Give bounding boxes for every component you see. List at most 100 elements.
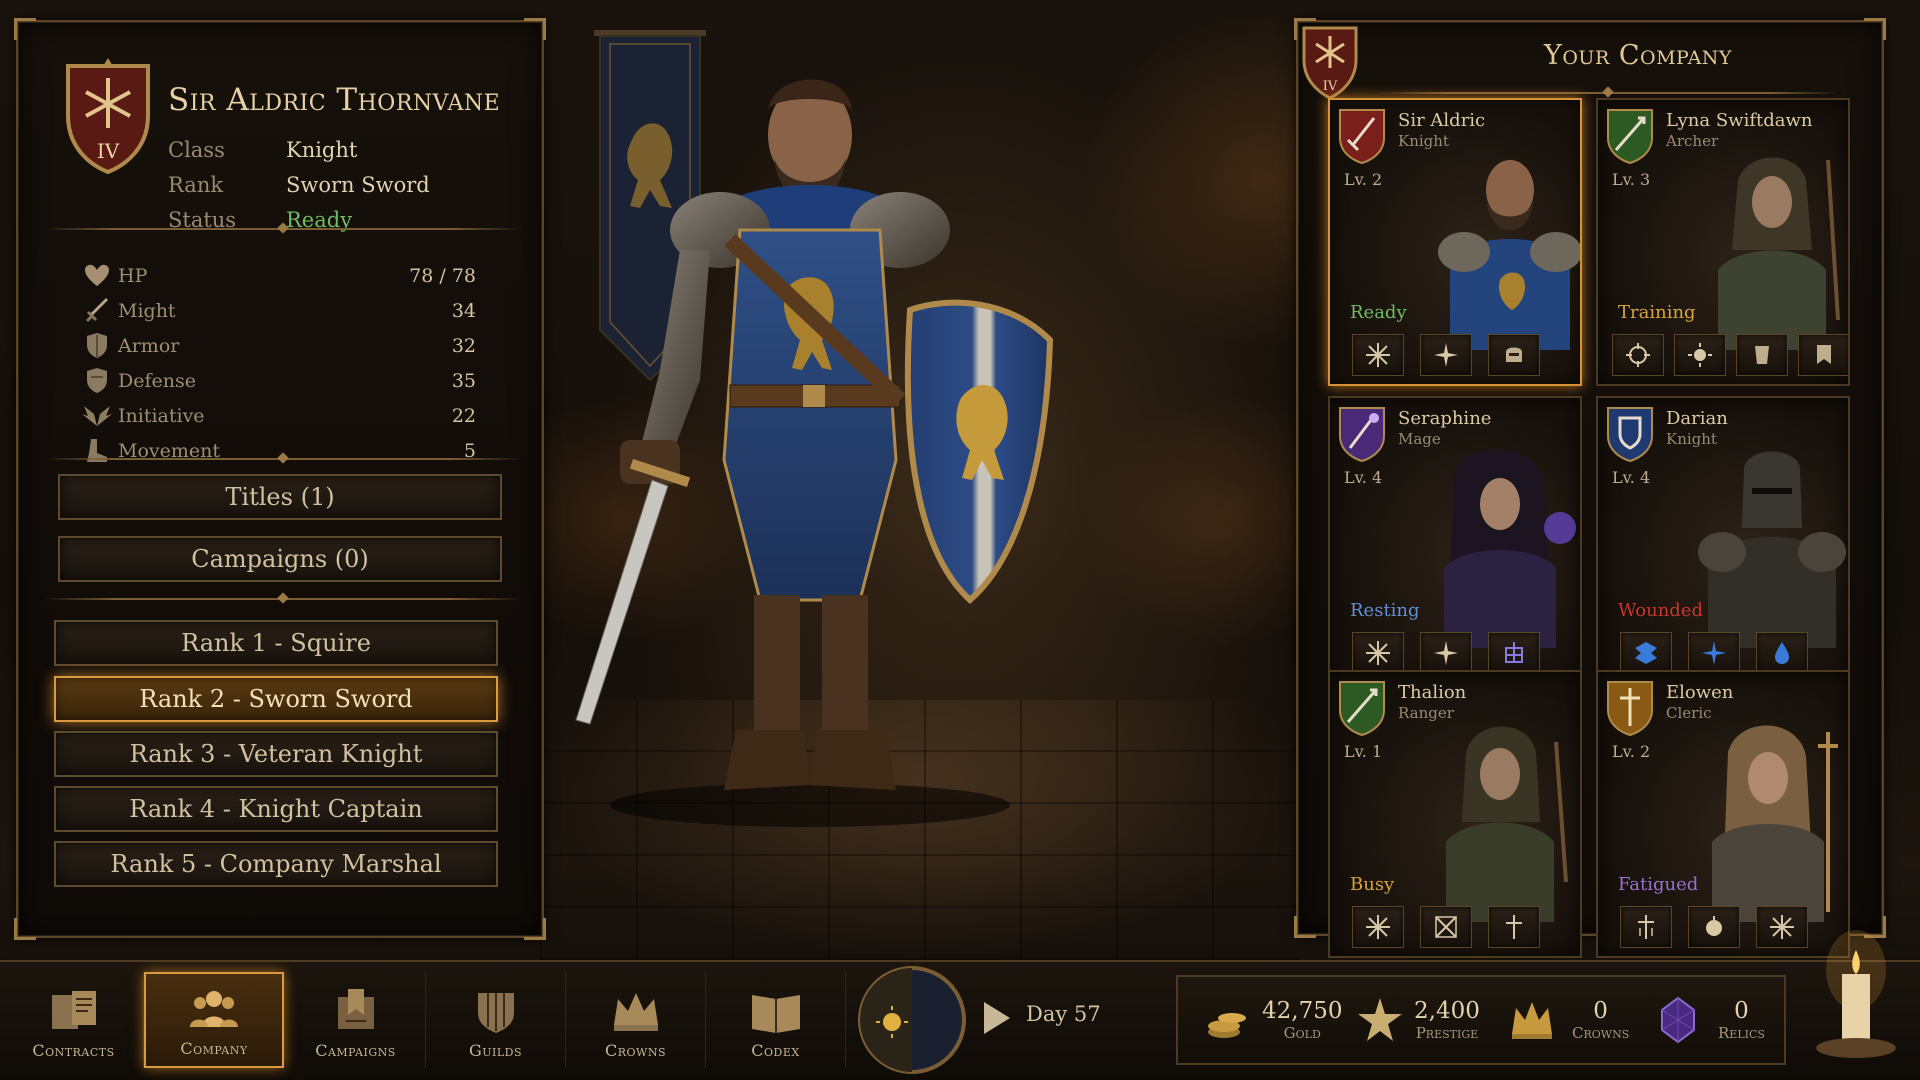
member-status: Ready (1350, 302, 1407, 323)
stat-value: 34 (451, 299, 476, 322)
resource-prestige: 2,400 Prestige (1354, 977, 1480, 1063)
member-skills (1352, 632, 1540, 674)
nav-label: Guilds (468, 1041, 523, 1060)
holy-emblem-icon (1607, 681, 1653, 736)
member-skills (1620, 906, 1808, 948)
hero-info: Class Knight Rank Sworn Sword Status Rea… (168, 132, 508, 237)
member-level: Lv. 1 (1344, 742, 1383, 761)
prestige-label: Prestige (1415, 1024, 1479, 1042)
rank-5-button[interactable]: Rank 5 - Company Marshal (54, 841, 498, 887)
arrow-emblem-icon (1339, 681, 1385, 736)
stat-value: 78 / 78 (409, 264, 476, 287)
company-card-seraphine[interactable]: Seraphine Mage Lv. 4 Resting (1328, 396, 1582, 684)
sun-skill-icon[interactable] (1674, 334, 1726, 376)
stat-label: Armor (118, 334, 180, 357)
guard-skill-icon[interactable] (1620, 632, 1672, 674)
rank-2-button[interactable]: Rank 2 - Sworn Sword (54, 676, 498, 722)
crown-icon (1512, 1002, 1552, 1039)
nav-label: Codex (751, 1041, 800, 1060)
holy-sword-skill-icon[interactable] (1620, 906, 1672, 948)
stat-value: 35 (451, 369, 476, 392)
info-label: Class (168, 137, 225, 162)
campaigns-button[interactable]: Campaigns (0) (58, 536, 502, 582)
nav-guilds[interactable]: Guilds (426, 972, 566, 1068)
rank-1-button[interactable]: Rank 1 - Squire (54, 620, 498, 666)
company-card-sir-aldric[interactable]: Sir Aldric Knight Lv. 2 Ready (1328, 98, 1582, 386)
member-name: Darian (1666, 408, 1728, 429)
nav-company[interactable]: Company (144, 972, 284, 1068)
member-status: Fatigued (1618, 874, 1699, 895)
stat-hp: HP 78 / 78 (76, 258, 476, 293)
stat-label: Might (118, 299, 176, 322)
nav-codex[interactable]: Codex (706, 972, 846, 1068)
burst-skill-icon[interactable] (1352, 334, 1404, 376)
stat-label: HP (118, 264, 148, 287)
member-level: Lv. 3 (1612, 170, 1651, 189)
dagger-skill-icon[interactable] (1488, 906, 1540, 948)
member-status: Busy (1350, 874, 1395, 895)
heal-orb-skill-icon[interactable] (1688, 906, 1740, 948)
resource-gold: 42,750 Gold (1202, 977, 1342, 1063)
rune-skill-icon[interactable] (1488, 632, 1540, 674)
banner-skill-icon[interactable] (1798, 334, 1848, 376)
company-card-thalion[interactable]: Thalion Ranger Lv. 1 Busy (1328, 670, 1582, 958)
candle-decoration (1816, 930, 1896, 1058)
day-night-cycle-icon (858, 966, 966, 1074)
stat-movement: Movement 5 (76, 433, 476, 468)
boot-icon (76, 436, 118, 466)
wings-icon (76, 401, 118, 431)
member-name: Thalion (1398, 682, 1467, 703)
nav-campaigns[interactable]: Campaigns (286, 972, 426, 1068)
rank-3-button[interactable]: Rank 3 - Veteran Knight (54, 731, 498, 777)
radiance-skill-icon[interactable] (1756, 906, 1808, 948)
advance-day-button[interactable] (980, 998, 1014, 1038)
rank-4-button[interactable]: Rank 4 - Knight Captain (54, 786, 498, 832)
sword-icon (76, 296, 118, 326)
hero-crest-numeral: IV (97, 139, 120, 163)
ranger-portrait (1446, 726, 1568, 922)
hero-knight-figure (575, 79, 1054, 827)
day-counter: Day 57 (1026, 1002, 1101, 1026)
member-status: Resting (1350, 600, 1420, 621)
company-title: Your Company (1544, 40, 1732, 71)
mage-portrait (1444, 449, 1576, 648)
info-row-class: Class Knight (168, 132, 508, 167)
cleric-portrait (1712, 725, 1838, 922)
archer-portrait (1718, 157, 1840, 350)
info-value: Knight (286, 137, 358, 162)
resource-relics: 0 Relics (1652, 977, 1765, 1063)
drop-skill-icon[interactable] (1756, 632, 1808, 674)
helm-skill-icon[interactable] (1488, 334, 1540, 376)
campaigns-icon (337, 989, 374, 1029)
hero-details-panel: IV Sir Aldric Thornvane Class Knight Ran… (14, 18, 546, 940)
crossed-arrows-skill-icon[interactable] (1420, 906, 1472, 948)
nav-label: Campaigns (315, 1041, 396, 1060)
stat-armor: Armor 32 (76, 328, 476, 363)
arrow-emblem-icon (1607, 109, 1653, 164)
member-name: Seraphine (1398, 408, 1492, 429)
tower-skill-icon[interactable] (1736, 334, 1788, 376)
company-card-darian[interactable]: Darian Knight Lv. 4 Wounded (1596, 396, 1850, 684)
gold-label: Gold (1283, 1024, 1321, 1042)
nav-crowns[interactable]: Crowns (566, 972, 706, 1068)
guilds-icon (477, 993, 514, 1033)
heart-icon (76, 261, 118, 291)
prestige-value: 2,400 (1414, 998, 1480, 1024)
spark-skill-icon[interactable] (1688, 632, 1740, 674)
divider (1378, 92, 1838, 94)
info-label: Rank (168, 172, 224, 197)
stat-initiative: Initiative 22 (76, 398, 476, 433)
crown-icon (613, 993, 658, 1031)
shield-emblem-icon (1607, 407, 1653, 462)
member-skills (1352, 334, 1540, 376)
burst-skill-icon[interactable] (1352, 632, 1404, 674)
burst-skill-icon[interactable] (1352, 906, 1404, 948)
star-skill-icon[interactable] (1420, 334, 1472, 376)
target-skill-icon[interactable] (1612, 334, 1664, 376)
codex-icon (751, 995, 800, 1033)
titles-button[interactable]: Titles (1) (58, 474, 502, 520)
spark-skill-icon[interactable] (1420, 632, 1472, 674)
info-row-rank: Rank Sworn Sword (168, 167, 508, 202)
nav-contracts[interactable]: Contracts (4, 972, 144, 1068)
company-card-lyna-swiftdawn[interactable]: Lyna Swiftdawn Archer Lv. 3 Training (1596, 98, 1850, 386)
